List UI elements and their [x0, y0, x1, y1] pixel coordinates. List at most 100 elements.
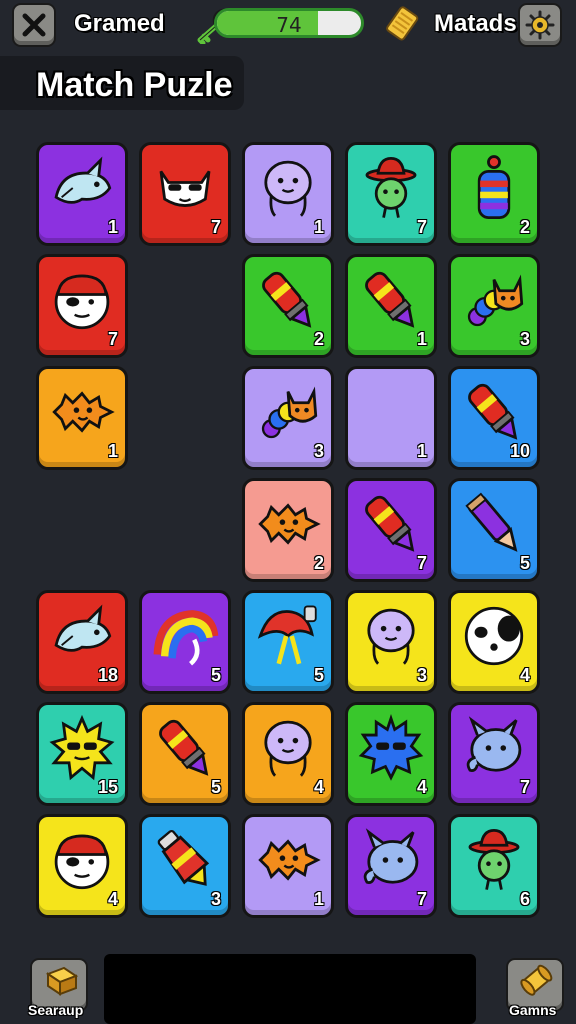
- blob-creature-icon: [264, 160, 312, 217]
- progress-bar: 74: [214, 8, 364, 38]
- sun-sunglasses-icon: [49, 714, 115, 781]
- panda-face-icon: [464, 606, 524, 666]
- tile-number: 2: [519, 217, 530, 237]
- tile-number: 1: [107, 217, 118, 237]
- game-tile[interactable]: 5: [139, 590, 231, 694]
- game-tile[interactable]: 4: [448, 590, 540, 694]
- gold-bar-icon: [45, 966, 79, 996]
- tile-number: 1: [313, 217, 324, 237]
- game-tile[interactable]: 7: [345, 478, 437, 582]
- gamns-label: Gamns: [509, 1002, 557, 1018]
- game-tile[interactable]: 1: [36, 366, 128, 470]
- tile-number: 6: [519, 889, 530, 909]
- tile-number: 3: [416, 665, 427, 685]
- game-tile[interactable]: 6: [448, 814, 540, 918]
- pirate-face-icon: [54, 274, 110, 330]
- game-tile[interactable]: 4: [242, 702, 334, 806]
- pencil-icon: [465, 492, 518, 552]
- ticket-icon[interactable]: [386, 6, 420, 42]
- tile-number: 7: [416, 889, 427, 909]
- tile-number: 1: [107, 441, 118, 461]
- game-tile[interactable]: 1: [345, 254, 437, 358]
- hat-alien-icon: [365, 157, 417, 218]
- game-tile[interactable]: 1: [242, 814, 334, 918]
- tile-number: 15: [97, 777, 118, 797]
- tile-number: 7: [416, 217, 427, 237]
- spiky-fish-icon: [258, 839, 321, 881]
- hat-alien-icon: [468, 829, 520, 890]
- game-tile[interactable]: 4: [345, 702, 437, 806]
- game-tile[interactable]: 2: [242, 478, 334, 582]
- elephant-icon: [466, 716, 522, 772]
- game-tile[interactable]: 3: [139, 814, 231, 918]
- tile-number: 18: [97, 665, 118, 685]
- close-icon: [22, 13, 46, 37]
- rocket-pencil-icon: [468, 383, 518, 440]
- game-tile[interactable]: 1: [345, 366, 437, 470]
- scroll-icon: [520, 964, 553, 996]
- game-tile[interactable]: 7: [345, 814, 437, 918]
- fox-caterpillar-icon: [467, 274, 524, 327]
- gear-icon: [525, 10, 555, 40]
- game-tile[interactable]: 3: [345, 590, 437, 694]
- elephant-icon: [363, 828, 419, 884]
- game-tile[interactable]: 5: [448, 478, 540, 582]
- cool-cat-icon: [159, 170, 211, 207]
- game-tile[interactable]: 3: [448, 254, 540, 358]
- game-tile[interactable]: 2: [448, 142, 540, 246]
- tile-number: 4: [107, 889, 118, 909]
- tile-number: 2: [313, 553, 324, 573]
- whale-icon: [54, 604, 112, 652]
- game-tile[interactable]: 2: [242, 254, 334, 358]
- blob-creature-icon: [367, 608, 415, 665]
- fox-caterpillar-icon: [261, 386, 318, 439]
- game-tile[interactable]: 5: [242, 590, 334, 694]
- tile-number: 4: [519, 665, 530, 685]
- rocket-pencil-icon: [365, 271, 415, 328]
- spiky-fish-icon: [258, 503, 321, 545]
- rainbow-arch-icon: [153, 610, 219, 666]
- game-tile[interactable]: 7: [36, 254, 128, 358]
- tile-number: 1: [313, 889, 324, 909]
- top-bar: Gramed 74 Matads: [0, 0, 576, 50]
- tile-number: 7: [519, 777, 530, 797]
- rocket-pencil-icon: [159, 719, 209, 776]
- tile-number: 2: [313, 329, 324, 349]
- tile-number: 5: [210, 777, 221, 797]
- tile-number: 3: [210, 889, 221, 909]
- tile-number: 7: [107, 329, 118, 349]
- game-tile[interactable]: 1: [242, 142, 334, 246]
- game-tile[interactable]: 4: [36, 814, 128, 918]
- game-tile[interactable]: 18: [36, 590, 128, 694]
- game-tile[interactable]: 7: [139, 142, 231, 246]
- tile-number: 3: [313, 441, 324, 461]
- game-tile[interactable]: 10: [448, 366, 540, 470]
- striped-bottle-icon: [477, 155, 511, 219]
- tile-number: 4: [416, 777, 427, 797]
- tile-number: 7: [416, 553, 427, 573]
- tile-number: 3: [519, 329, 530, 349]
- close-button[interactable]: [12, 3, 56, 47]
- whale-icon: [54, 156, 112, 204]
- pirate-face-icon: [54, 834, 110, 890]
- settings-button[interactable]: [518, 3, 562, 47]
- tile-number: 5: [210, 665, 221, 685]
- paint-tube-icon: [157, 829, 210, 886]
- tile-number: 1: [416, 441, 427, 461]
- gramed-label: Gramed: [74, 10, 165, 37]
- game-tile[interactable]: 7: [448, 702, 540, 806]
- spiky-ball-icon: [358, 714, 424, 781]
- blob-creature-icon: [264, 720, 312, 777]
- game-tile[interactable]: 3: [242, 366, 334, 470]
- page-title: Match Puzle: [36, 66, 233, 104]
- rocket-pencil-icon: [262, 271, 312, 328]
- game-tile[interactable]: 15: [36, 702, 128, 806]
- game-tile[interactable]: 1: [36, 142, 128, 246]
- searaup-label: Searaup: [28, 1002, 84, 1018]
- game-tile[interactable]: 7: [345, 142, 437, 246]
- progress-value: 74: [276, 13, 302, 37]
- tile-number: 7: [210, 217, 221, 237]
- tile-number: 10: [509, 441, 530, 461]
- umbrella-creature-icon: [257, 605, 317, 665]
- game-tile[interactable]: 5: [139, 702, 231, 806]
